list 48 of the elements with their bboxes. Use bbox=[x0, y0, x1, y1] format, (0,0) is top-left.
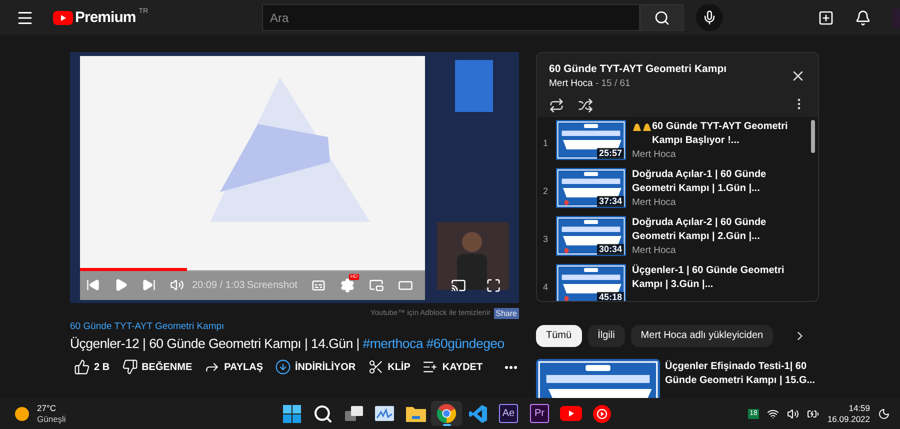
item-channel: Mert Hoca bbox=[632, 245, 677, 257]
item-channel: Mert Hoca bbox=[632, 197, 677, 209]
playlist-title: 60 Günde TYT-AYT Geometri Kampı bbox=[549, 63, 728, 76]
dislike-button[interactable]: BEĞENME bbox=[122, 359, 192, 375]
recommended-title: Üçgenler Efişinado Testi-1| 60 Günde Geometri Kampı | 15.G... bbox=[665, 360, 816, 388]
duration-badge: 45:18 bbox=[596, 292, 624, 301]
video-title: Üçgenler-12 | 60 Günde Geometri Kampı | 14.Gün | #merthoca #60gündegeo bbox=[70, 335, 506, 353]
search-field[interactable]: Ara bbox=[262, 4, 640, 31]
temperature: 27°C bbox=[37, 402, 57, 414]
like-button[interactable]: 2 B bbox=[74, 359, 110, 375]
hashtag-link[interactable]: #60gündegeo bbox=[426, 336, 504, 351]
share-button[interactable]: PAYLAŞ bbox=[204, 359, 264, 375]
item-index: 2 bbox=[543, 185, 550, 198]
filter-chip[interactable]: İlgili bbox=[588, 324, 625, 347]
item-index: 3 bbox=[543, 233, 550, 246]
playlist-position: - 15 / 61 bbox=[595, 78, 630, 89]
duration-badge: 30:34 bbox=[596, 244, 624, 255]
item-index: 4 bbox=[543, 281, 550, 294]
item-title: 60 Günde TYT-AYT Geometri Kampı Başlıyor !... bbox=[652, 120, 789, 148]
playlist-item[interactable]: 4 45:18 Üçgenler-1 | 60 Günde Geometri Kampı | 3.Gün |... bbox=[537, 263, 818, 301]
hashtag-link[interactable]: #merthoca bbox=[362, 336, 423, 351]
logo-text: Premium bbox=[75, 8, 136, 28]
item-title: Doğruda Açılar-1 | 60 Günde Geometri Kampı | 1.Gün |... bbox=[632, 168, 768, 196]
weather-condition: Güneşli bbox=[37, 414, 66, 424]
item-index: 1 bbox=[543, 137, 550, 150]
duration-badge: 37:34 bbox=[596, 196, 624, 207]
playlist-item[interactable]: 3 30:34 Doğruda Açılar-2 | 60 Günde Geometri Kampı | 2.Gün |... Mert Hoca bbox=[537, 215, 818, 263]
item-title: Doğruda Açılar-2 | 60 Günde Geometri Kampı | 2.Gün |... bbox=[632, 216, 768, 244]
recommended-video[interactable]: Üçgenler Efişinado Testi-1| 60 Günde Geometri Kampı | 15.G... bbox=[536, 358, 819, 398]
item-channel: Mert Hoca bbox=[632, 149, 677, 161]
save-button[interactable]: KAYDET bbox=[422, 359, 483, 375]
clip-button[interactable]: KLİP bbox=[368, 359, 410, 375]
playlist-item[interactable]: 1 25:57 60 Günde TYT-AYT Geometri Kampı Başlıyor !... Mert Hoca bbox=[537, 119, 818, 167]
download-button[interactable]: İNDİRİLİYOR bbox=[275, 359, 356, 375]
clock-time: 14:59 bbox=[848, 402, 870, 414]
after-effects-icon[interactable]: Ae bbox=[499, 404, 518, 423]
premiere-icon[interactable]: Pr bbox=[530, 404, 549, 423]
screenshot-label: Screenshot bbox=[246, 278, 298, 292]
filter-chip[interactable]: Tümü bbox=[536, 324, 582, 347]
item-title: Üçgenler-1 | 60 Günde Geometri Kampı | 3.Gün |... bbox=[632, 264, 786, 292]
owner-link[interactable]: Mert Hoca bbox=[549, 78, 593, 89]
playlist-link[interactable]: 60 Günde TYT-AYT Geometri Kampı bbox=[70, 321, 519, 333]
filter-chip[interactable]: Mert Hoca adlı yükleyiciden bbox=[630, 324, 774, 347]
clock-date: 16.09.2022 bbox=[827, 414, 870, 424]
playlist-item[interactable]: 2 37:34 Doğruda Açılar-1 | 60 Günde Geometri Kampı | 1.Gün |... Mert Hoca bbox=[537, 167, 818, 215]
duration-badge: 25:57 bbox=[596, 148, 624, 159]
share-button[interactable]: Share bbox=[494, 308, 519, 318]
time-label: 20:09 / 1:03 bbox=[192, 278, 245, 292]
